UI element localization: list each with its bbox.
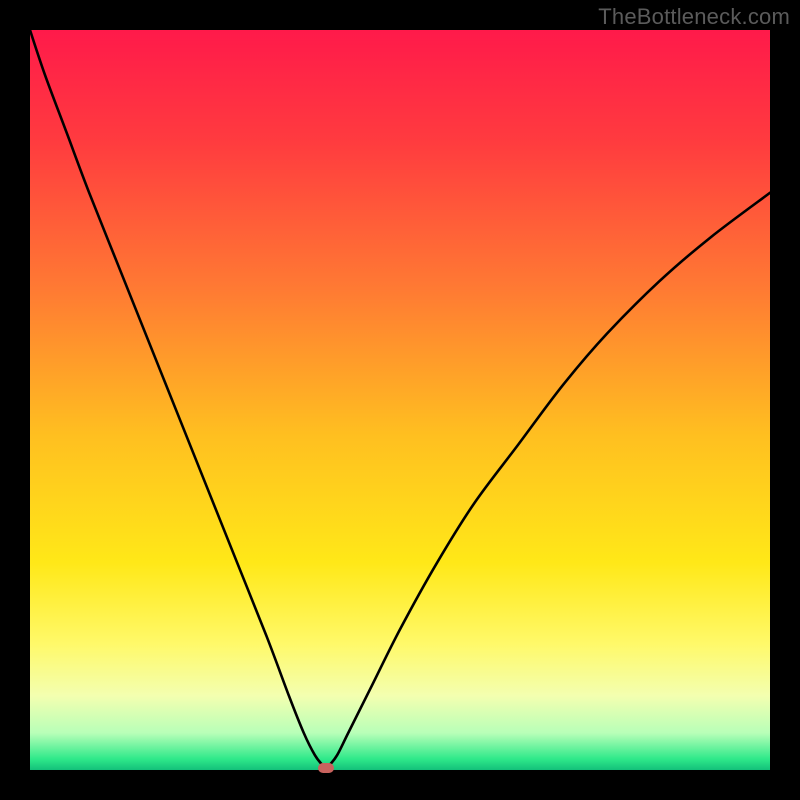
plot-area	[30, 30, 770, 770]
watermark-text: TheBottleneck.com	[598, 4, 790, 30]
bottleneck-curve	[30, 30, 770, 770]
chart-frame: TheBottleneck.com	[0, 0, 800, 800]
optimum-marker	[318, 763, 334, 773]
